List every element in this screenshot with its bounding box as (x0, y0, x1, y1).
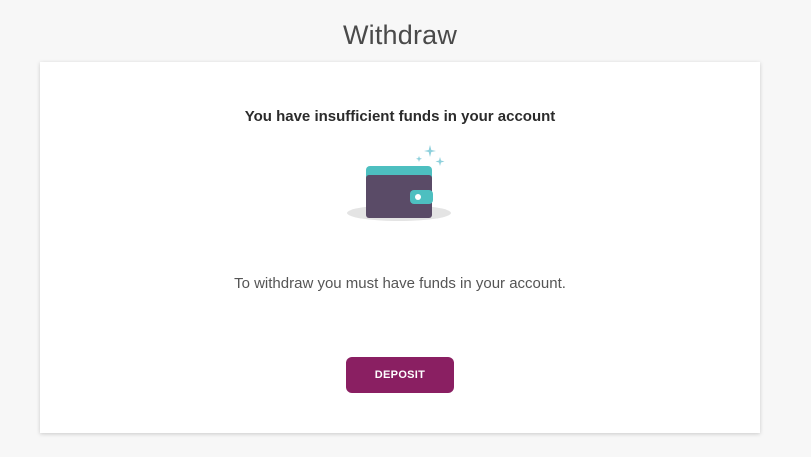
withdraw-requirement-message: To withdraw you must have funds in your … (234, 275, 566, 292)
withdraw-page: Withdraw You have insufficient funds in … (0, 0, 811, 457)
insufficient-funds-heading: You have insufficient funds in your acco… (244, 108, 556, 125)
deposit-button[interactable]: DEPOSIT (346, 357, 454, 393)
wallet-icon (346, 144, 456, 226)
page-title: Withdraw (342, 20, 458, 50)
insufficient-funds-card: You have insufficient funds in your acco… (40, 62, 760, 433)
